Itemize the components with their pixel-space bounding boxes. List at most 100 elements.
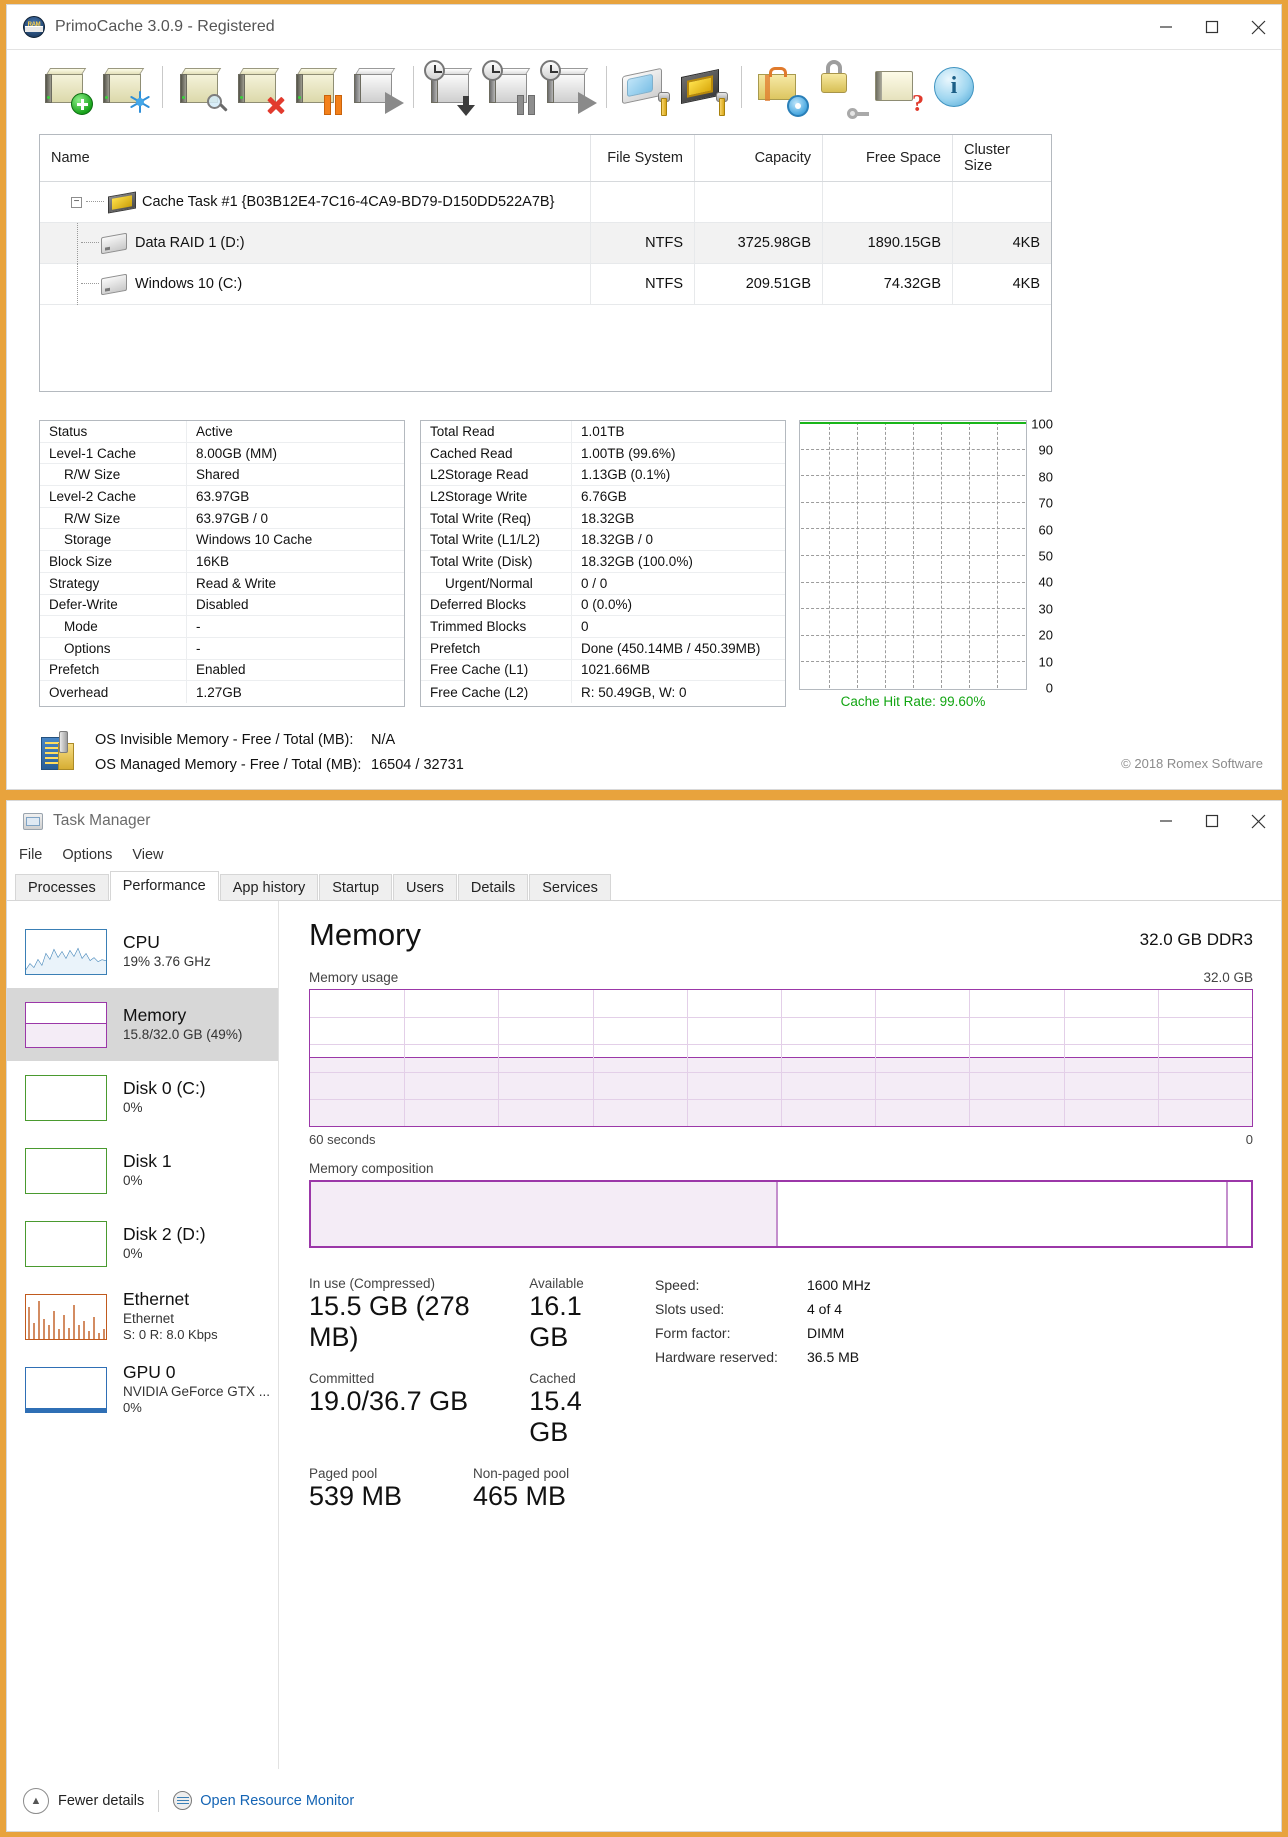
stat-key: R/W Size: [64, 510, 121, 526]
stat-value: 63.97GB: [186, 486, 404, 507]
sidebar-thumbnail: [25, 928, 107, 975]
volume-name-cell[interactable]: Windows 10 (C:): [40, 263, 591, 305]
sidebar-item-disk-2-d[interactable]: Disk 2 (D:) 0%: [7, 1207, 278, 1280]
memory-tools-icon[interactable]: [674, 58, 732, 116]
tab-processes[interactable]: Processes: [15, 874, 109, 900]
minimize-icon[interactable]: [1143, 5, 1189, 49]
tab-startup[interactable]: Startup: [319, 874, 393, 900]
task-manager-body: CPU 19% 3.76 GHz Memory 15.8/32.0 GB (49%) D…: [7, 901, 1281, 1769]
schedule-pause-icon[interactable]: [481, 58, 539, 116]
os-managed-memory-label: OS Managed Memory - Free / Total (MB):: [95, 757, 362, 773]
gridline-vertical: [969, 990, 971, 1126]
hardware-detail-row: Hardware reserved: 36.5 MB: [655, 1349, 871, 1365]
volume-name-cell[interactable]: Data RAID 1 (D:): [40, 222, 591, 264]
sidebar-item-memory[interactable]: Memory 15.8/32.0 GB (49%): [7, 988, 278, 1061]
close-icon[interactable]: [1235, 801, 1281, 841]
fewer-details-button[interactable]: ▲ Fewer details: [23, 1787, 144, 1814]
stat-row: Prefetch Enabled: [40, 659, 404, 682]
about-icon[interactable]: [925, 58, 983, 116]
disk-tools-icon[interactable]: [616, 58, 674, 116]
table-row[interactable]: Windows 10 (C:) NTFS 209.51GB 74.32GB 4K…: [40, 263, 1051, 305]
column-header-name[interactable]: Name: [40, 135, 591, 181]
cell-free-space: 1890.15GB: [823, 223, 953, 264]
chevron-up-icon: ▲: [23, 1787, 49, 1814]
stat-value: 63.97GB / 0: [186, 507, 404, 529]
table-row[interactable]: − Cache Task #1 {B03B12E4-7C16-4CA9-BD79…: [40, 182, 1051, 223]
gridline-vertical: [875, 990, 877, 1126]
view-cache-task-icon[interactable]: [172, 58, 230, 116]
sidebar-item-cpu[interactable]: CPU 19% 3.76 GHz: [7, 915, 278, 988]
close-icon[interactable]: [1235, 5, 1281, 49]
maximize-icon[interactable]: [1189, 801, 1235, 841]
sidebar-item-gpu-0[interactable]: GPU 0 NVIDIA GeForce GTX ... 0%: [7, 1353, 278, 1426]
cell-capacity: 209.51GB: [695, 264, 823, 305]
composition-in-use-segment: [311, 1182, 777, 1246]
column-header-capacity[interactable]: Capacity: [695, 135, 823, 181]
stat-key: R/W Size: [64, 467, 121, 483]
minimize-icon[interactable]: [1143, 801, 1189, 841]
stat-value: 19.0/36.7 GB: [309, 1386, 469, 1417]
tree-collapse-icon[interactable]: −: [71, 196, 82, 208]
stat-value: -: [186, 616, 404, 637]
tab-users[interactable]: Users: [393, 874, 457, 900]
options-icon[interactable]: [751, 58, 809, 117]
toolbar-separator: [606, 66, 607, 108]
tab-details[interactable]: Details: [457, 874, 529, 900]
memory-capacity-label: 32.0 GB DDR3: [1139, 930, 1253, 949]
sidebar-item-disk-1[interactable]: Disk 1 0%: [7, 1134, 278, 1207]
delete-cache-task-icon[interactable]: [230, 58, 288, 116]
help-icon[interactable]: ?: [867, 58, 925, 116]
pause-cache-task-icon[interactable]: [288, 58, 346, 116]
stat-row: R/W Size 63.97GB / 0: [40, 507, 404, 530]
stat-row: Free Cache (L2) R: 50.49GB, W: 0: [421, 681, 785, 703]
column-header-cluster-size[interactable]: Cluster Size: [953, 135, 1051, 181]
license-icon[interactable]: [809, 58, 869, 119]
sidebar-item-text: Disk 1 0%: [123, 1151, 172, 1189]
detail-key: Form factor:: [655, 1325, 731, 1341]
stat-value: 16.1 GB: [529, 1291, 582, 1353]
sidebar-item-disk-0-c[interactable]: Disk 0 (C:) 0%: [7, 1061, 278, 1134]
sidebar-item-ethernet[interactable]: Ethernet Ethernet S: 0 R: 8.0 Kbps: [7, 1280, 278, 1353]
tab-performance[interactable]: Performance: [109, 871, 219, 901]
maximize-icon[interactable]: [1189, 5, 1235, 49]
stat-value: 1.13GB (0.1%): [571, 464, 785, 486]
cache-task-name-cell[interactable]: − Cache Task #1 {B03B12E4-7C16-4CA9-BD79…: [40, 182, 591, 223]
stat-key: Deferred Blocks: [430, 597, 527, 613]
y-axis-tick: 10: [1038, 654, 1053, 670]
detail-value: 1600 MHz: [807, 1277, 871, 1293]
table-row[interactable]: Data RAID 1 (D:) NTFS 3725.98GB 1890.15G…: [40, 222, 1051, 264]
stat-key: L2Storage Write: [430, 488, 528, 504]
stat-in-use: In use (Compressed) 15.5 GB (278 MB): [309, 1276, 495, 1353]
create-cache-task-icon[interactable]: [37, 58, 95, 116]
stat-key: Options: [64, 640, 111, 656]
stat-label: Committed: [309, 1371, 375, 1387]
stat-row: Free Cache (L1) 1021.66MB: [421, 659, 785, 682]
stat-value: Enabled: [186, 659, 404, 681]
cache-task-label: Cache Task #1 {B03B12E4-7C16-4CA9-BD79-D…: [142, 194, 555, 210]
memory-composition-bar[interactable]: [309, 1180, 1253, 1248]
copyright-label: © 2018 Romex Software: [1121, 756, 1263, 771]
defrag-cache-icon[interactable]: [95, 58, 153, 116]
memory-hardware-details: Speed: 1600 MHz Slots used: 4 of 4 Form fact…: [655, 1276, 871, 1530]
menu-item-file[interactable]: File: [19, 847, 42, 863]
primocache-app-icon: [23, 16, 45, 38]
stat-row: Urgent/Normal 0 / 0: [421, 572, 785, 595]
menu-item-options[interactable]: Options: [62, 847, 112, 863]
tree-connector: [77, 263, 79, 305]
open-resource-monitor-link[interactable]: Open Resource Monitor: [173, 1791, 354, 1810]
tab-app-history[interactable]: App history: [219, 874, 319, 900]
stat-row: Total Write (Disk) 18.32GB (100.0%): [421, 551, 785, 573]
cell-file-system: NTFS: [591, 264, 695, 305]
drive-icon: [101, 232, 127, 254]
column-header-file-system[interactable]: File System: [591, 135, 695, 181]
tab-services[interactable]: Services: [529, 874, 611, 900]
time-axis-label: 60 seconds: [309, 1132, 376, 1147]
resume-cache-task-icon[interactable]: [346, 58, 404, 116]
stat-row: L2Storage Write 6.76GB: [421, 486, 785, 508]
menu-item-view[interactable]: View: [132, 847, 163, 863]
schedule-flush-icon[interactable]: [423, 58, 481, 116]
stat-row: Overhead 1.27GB: [40, 681, 404, 703]
stat-value: 465 MB: [473, 1481, 567, 1512]
schedule-resume-icon[interactable]: [539, 58, 597, 116]
column-header-free-space[interactable]: Free Space: [823, 135, 953, 181]
